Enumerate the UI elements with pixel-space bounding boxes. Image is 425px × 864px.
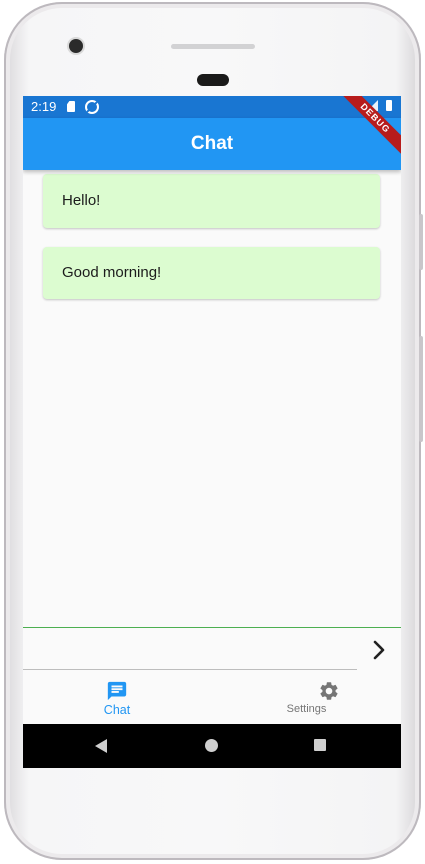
page-title: Chat bbox=[190, 133, 234, 154]
app-screen: 2:19 DEBUG Chat Hello! Good morning! Cha… bbox=[23, 96, 401, 768]
chevron-right-icon bbox=[373, 640, 385, 660]
message-input[interactable] bbox=[23, 628, 357, 670]
status-bar: 2:19 bbox=[23, 96, 401, 118]
message-bubble[interactable]: Hello! bbox=[43, 174, 380, 228]
nav-item-chat[interactable]: Chat bbox=[23, 672, 211, 724]
app-bar: Chat bbox=[23, 118, 401, 170]
bottom-navigation: Chat Settings bbox=[23, 672, 401, 724]
proximity-sensor bbox=[197, 74, 229, 86]
home-icon[interactable] bbox=[205, 739, 218, 752]
sd-card-icon bbox=[67, 101, 75, 112]
system-navigation-bar bbox=[23, 724, 401, 768]
power-button bbox=[419, 214, 423, 270]
message-composer bbox=[23, 627, 401, 672]
volume-rocker bbox=[419, 336, 423, 442]
message-list[interactable]: Hello! Good morning! bbox=[23, 170, 401, 626]
battery-icon bbox=[386, 100, 392, 111]
message-bubble[interactable]: Good morning! bbox=[43, 247, 380, 299]
front-camera bbox=[69, 39, 83, 53]
nav-label-chat: Chat bbox=[103, 703, 131, 717]
gear-icon bbox=[320, 682, 338, 700]
back-icon[interactable] bbox=[95, 739, 107, 753]
send-button[interactable] bbox=[363, 634, 395, 666]
nav-label-settings: Settings bbox=[286, 703, 327, 715]
earpiece-speaker bbox=[171, 44, 255, 49]
recents-icon[interactable] bbox=[314, 739, 326, 751]
status-time: 2:19 bbox=[31, 99, 57, 114]
sync-icon bbox=[85, 100, 99, 114]
chat-icon bbox=[107, 681, 127, 701]
nav-item-settings[interactable]: Settings bbox=[212, 672, 401, 724]
